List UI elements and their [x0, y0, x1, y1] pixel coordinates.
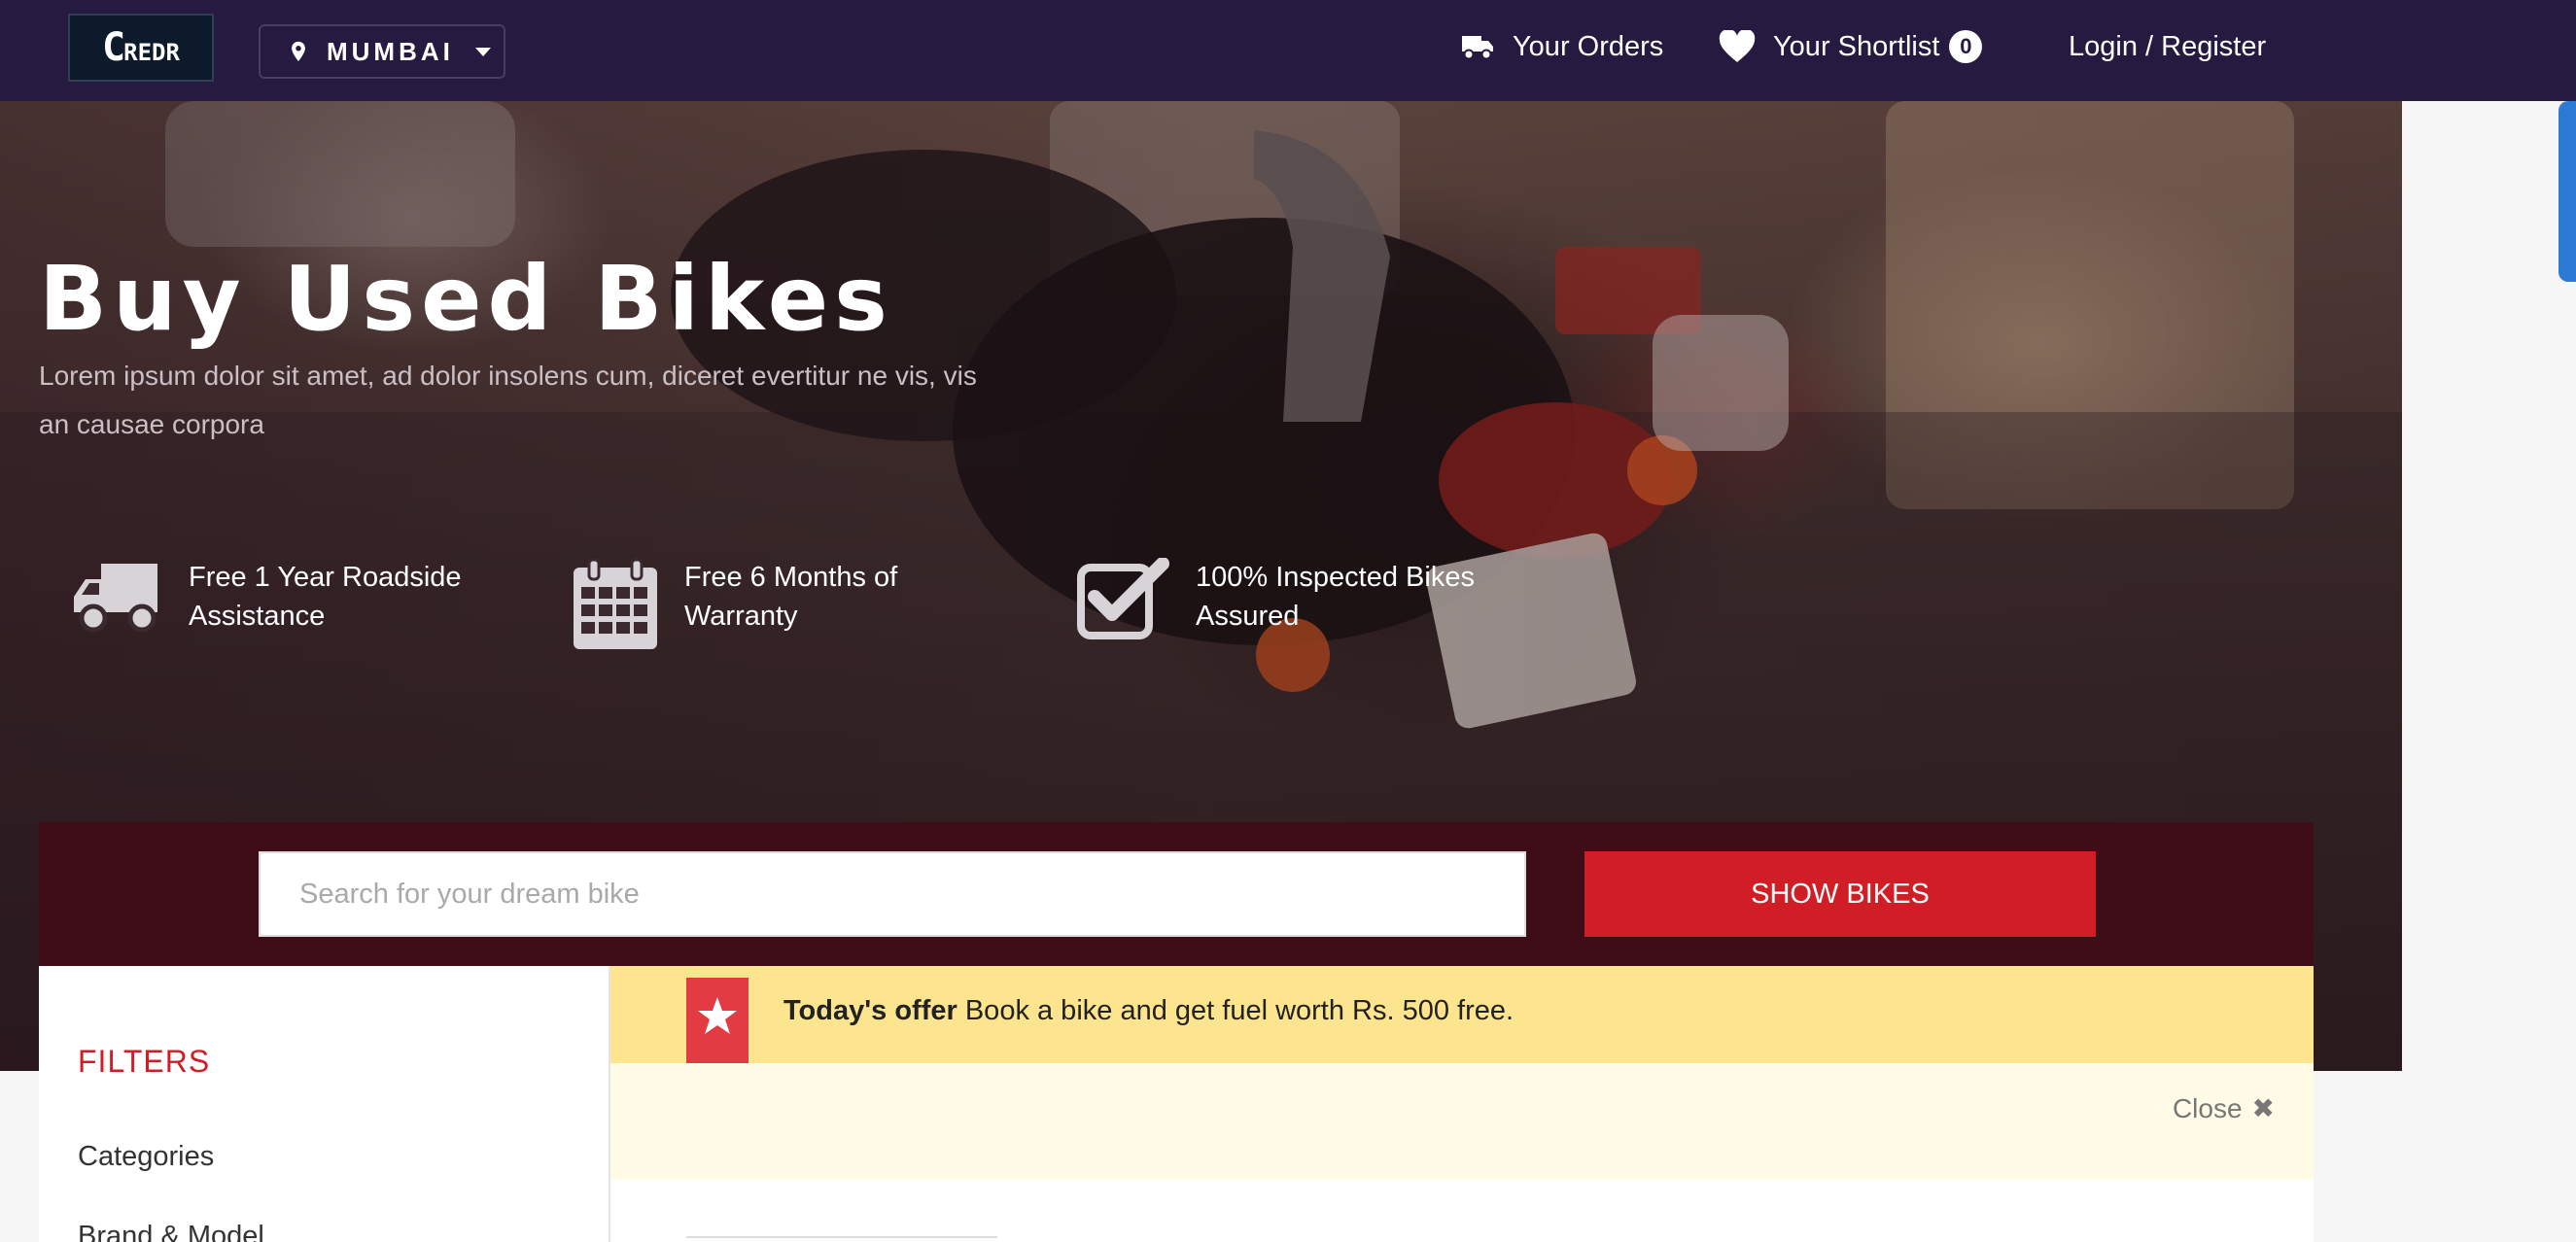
shortlist-count-badge: 0 — [1949, 30, 1983, 63]
filters-panel: FILTERS Categories Brand & Model — [39, 966, 610, 1242]
bike-search-input[interactable] — [259, 851, 1526, 937]
scrollbar-edge[interactable] — [2559, 101, 2576, 282]
city-label: MUMBAI — [327, 36, 454, 66]
filter-brand-model[interactable]: Brand & Model — [78, 1221, 264, 1242]
truck-icon — [1462, 36, 1493, 60]
feature-inspected-line1: 100% Inspected Bikes — [1196, 562, 1475, 593]
feature-warranty-line1: Free 6 Months of — [684, 562, 898, 593]
your-orders-link[interactable]: Your Orders — [1460, 25, 1663, 68]
heart-icon — [1719, 30, 1756, 62]
feature-inspected-text: 100% Inspected Bikes Assured — [1196, 558, 1475, 636]
login-register-label: Login / Register — [2069, 30, 2267, 62]
feature-warranty: Free 6 Months of Warranty — [572, 558, 897, 651]
hero-subtitle: Lorem ipsum dolor sit amet, ad dolor ins… — [39, 361, 977, 439]
feature-warranty-text: Free 6 Months of Warranty — [684, 558, 897, 636]
top-navbar: CREDR MUMBAI Your Orders Your Shortlist … — [0, 0, 2576, 101]
feature-roadside-line2: Assistance — [189, 601, 326, 632]
your-orders-label: Your Orders — [1513, 30, 1664, 62]
feature-inspected-bikes: 100% Inspected Bikes Assured — [1077, 558, 1475, 639]
offer-strip — [610, 1063, 2314, 1180]
feature-roadside-text: Free 1 Year Roadside Assistance — [189, 558, 462, 636]
location-pin-icon — [292, 41, 305, 62]
feature-roadside-assistance: Free 1 Year Roadside Assistance — [72, 558, 462, 636]
offer-description: Book a bike and get fuel worth Rs. 500 f… — [964, 995, 1514, 1026]
close-label: Close — [2172, 1092, 2243, 1123]
your-shortlist-link[interactable]: Your Shortlist 0 — [1719, 25, 1983, 68]
close-offer-button[interactable]: Close ✖ — [2173, 1092, 2275, 1124]
feature-roadside-line1: Free 1 Year Roadside — [189, 562, 462, 593]
credr-logo[interactable]: CREDR — [68, 14, 214, 82]
offer-text: Today's offer Book a bike and get fuel w… — [783, 995, 1514, 1027]
results-panel: Today's offer Book a bike and get fuel w… — [610, 966, 2314, 1242]
close-icon: ✖ — [2251, 1093, 2275, 1123]
offer-label: Today's offer — [783, 995, 957, 1026]
filters-title: FILTERS — [78, 1044, 211, 1079]
chevron-down-icon — [474, 47, 491, 56]
sort-dropdown-stub[interactable] — [686, 1236, 997, 1240]
login-register-link[interactable]: Login / Register — [2069, 25, 2266, 68]
filter-categories[interactable]: Categories — [78, 1141, 214, 1173]
city-selector[interactable]: MUMBAI — [259, 24, 505, 79]
offer-banner: Today's offer Book a bike and get fuel w… — [610, 966, 2314, 1092]
logo-text: CREDR — [102, 25, 180, 70]
search-band: SHOW BIKES — [39, 822, 2314, 966]
your-shortlist-label: Your Shortlist — [1773, 30, 1940, 62]
feature-inspected-line2: Assured — [1196, 601, 1300, 632]
hero-title: Buy Used Bikes — [39, 247, 893, 351]
feature-warranty-line2: Warranty — [684, 601, 798, 632]
calendar-icon — [574, 558, 657, 649]
truck-icon — [74, 564, 157, 633]
checkbox-icon — [1077, 558, 1169, 639]
show-bikes-button[interactable]: SHOW BIKES — [1584, 851, 2096, 937]
